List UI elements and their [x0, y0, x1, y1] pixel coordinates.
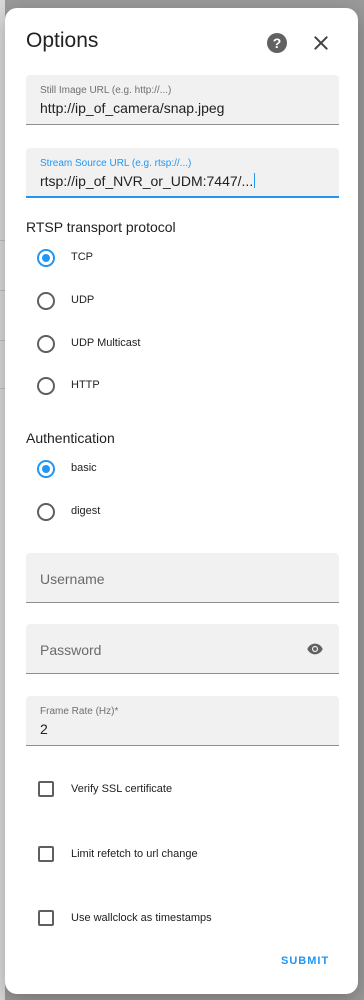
frame-rate-field[interactable]: Frame Rate (Hz)* 2 [26, 696, 339, 746]
radio-label: UDP Multicast [71, 337, 141, 349]
still-image-url-value: http://ip_of_camera/snap.jpeg [40, 100, 225, 116]
radio-button[interactable] [37, 460, 55, 478]
radio-label: basic [71, 462, 97, 474]
eye-icon[interactable] [307, 642, 323, 656]
options-dialog: Options ? Still Image URL (e.g. http://.… [5, 8, 358, 994]
radio-button[interactable] [37, 377, 55, 395]
limit-refetch-label: Limit refetch to url change [71, 848, 198, 860]
stream-source-url-value: rtsp://ip_of_NVR_or_UDM:7447/... [40, 173, 254, 189]
radio-label: UDP [71, 294, 95, 306]
username-placeholder: Username [40, 571, 105, 587]
still-image-url-label: Still Image URL (e.g. http://...) [40, 85, 172, 96]
radio-label: TCP [71, 251, 93, 263]
verify-ssl-label: Verify SSL certificate [71, 783, 173, 795]
radio-button[interactable] [37, 335, 55, 353]
help-icon[interactable]: ? [267, 33, 287, 53]
frame-rate-value: 2 [40, 721, 48, 737]
radio-label: HTTP [71, 379, 100, 391]
radio-label: digest [71, 505, 101, 517]
password-placeholder: Password [40, 642, 102, 658]
stream-source-url-label: Stream Source URL (e.g. rtsp://...) [40, 158, 192, 169]
limit-refetch-checkbox[interactable] [38, 846, 54, 862]
use-wallclock-label: Use wallclock as timestamps [71, 912, 212, 924]
radio-button[interactable] [37, 503, 55, 521]
authentication-title: Authentication [26, 430, 115, 446]
frame-rate-label: Frame Rate (Hz)* [40, 706, 119, 717]
submit-button[interactable]: SUBMIT [281, 955, 329, 967]
use-wallclock-checkbox[interactable] [38, 910, 54, 926]
radio-button[interactable] [37, 292, 55, 310]
radio-button[interactable] [37, 249, 55, 267]
rtsp-transport-title: RTSP transport protocol [26, 219, 176, 235]
dialog-title: Options [26, 29, 99, 52]
close-icon[interactable] [313, 35, 329, 51]
username-field[interactable]: Username [26, 553, 339, 603]
still-image-url-field[interactable]: Still Image URL (e.g. http://...) http:/… [26, 75, 339, 125]
password-field[interactable]: Password [26, 624, 339, 674]
verify-ssl-checkbox[interactable] [38, 781, 54, 797]
stream-source-url-field[interactable]: Stream Source URL (e.g. rtsp://...) rtsp… [26, 148, 339, 198]
